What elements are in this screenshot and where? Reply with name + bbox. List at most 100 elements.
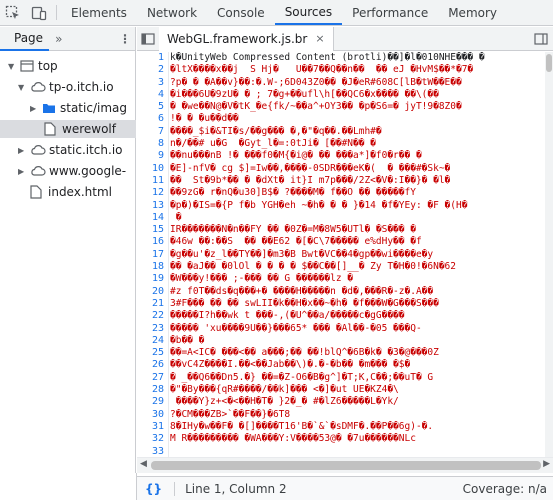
file-icon <box>44 122 56 136</box>
tab-console[interactable]: Console <box>207 0 275 25</box>
code-line: ?�CM���ZB>`��F��}�6T8 <box>170 408 291 420</box>
line-number[interactable]: 28 <box>137 384 168 396</box>
device-toolbar-icon[interactable] <box>26 0 52 26</box>
line-number[interactable]: 19 <box>137 273 168 285</box>
line-number[interactable]: 2 <box>137 64 168 76</box>
line-number[interactable]: 7 <box>137 126 168 138</box>
collapse-arrow-icon: ▶ <box>18 166 25 176</box>
horizontal-scrollbar[interactable]: ◀ ▶ <box>137 457 553 473</box>
scroll-right-arrow-icon[interactable]: ▶ <box>543 459 550 469</box>
tree-item-label: static/imag <box>60 101 127 115</box>
tree-item-www-google[interactable]: ▶ www.google- <box>18 162 126 180</box>
editor-file-tab[interactable]: WebGL.framework.js.br × <box>159 26 334 51</box>
line-number[interactable]: 23 <box>137 323 168 335</box>
cloud-icon <box>31 145 46 155</box>
line-number[interactable]: 13 <box>137 200 168 212</box>
tree-item-static-itch-io[interactable]: ▶ static.itch.io <box>18 141 123 159</box>
navigator-tab-page[interactable]: Page <box>0 27 50 51</box>
toggle-navigator-icon[interactable] <box>137 27 159 51</box>
navigator-footer <box>0 473 137 500</box>
expand-arrow-icon: ▼ <box>18 82 25 92</box>
tab-elements[interactable]: Elements <box>61 0 137 25</box>
line-number[interactable]: 17 <box>137 249 168 261</box>
line-number[interactable]: 12 <box>137 187 168 199</box>
line-number[interactable]: 8 <box>137 138 168 150</box>
cursor-position: Line 1, Column 2 <box>185 481 287 496</box>
vertical-scroll-thumb[interactable] <box>546 54 552 72</box>
code-line: n�/��# u�G �Gyt_l�=:0tJi� [��#N�� � <box>170 138 376 150</box>
scroll-left-arrow-icon[interactable]: ◀ <box>140 459 147 469</box>
tree-item-static-imag[interactable]: ▶ static/imag <box>30 99 127 117</box>
code-line: �i���6U�9zU� � ; 7�g+��ufl\h[��QC6�x����… <box>170 88 439 100</box>
line-number[interactable]: 27 <box>137 372 168 384</box>
tree-item-label: www.google- <box>49 164 127 178</box>
tab-sources[interactable]: Sources <box>274 0 343 25</box>
inspect-element-icon[interactable] <box>0 0 26 26</box>
toolbar-divider <box>56 5 57 20</box>
vertical-scrollbar[interactable] <box>545 52 553 457</box>
line-number[interactable]: 4 <box>137 89 168 101</box>
close-icon[interactable]: × <box>315 32 324 45</box>
code-line: � <box>170 211 182 223</box>
line-number[interactable]: 25 <box>137 347 168 359</box>
horizontal-scroll-thumb[interactable] <box>151 461 541 470</box>
line-number[interactable]: 21 <box>137 298 168 310</box>
line-number[interactable]: 11 <box>137 175 168 187</box>
tree-item-label: werewolf <box>62 122 116 136</box>
line-number-gutter[interactable]: 1 2 3 4 5 6 7 8 9 10 11 12 13 14 15 16 17 18 19 20 21 22 23 24 2… <box>137 52 169 457</box>
tab-network[interactable]: Network <box>137 0 207 25</box>
code-line: �"�By���{qR#����/��k]��� <�]�ut UE�KZ4�\ <box>170 384 399 396</box>
navigator-more-tabs-button[interactable]: » <box>49 32 68 46</box>
line-number[interactable]: 32 <box>137 433 168 445</box>
line-number[interactable]: 30 <box>137 409 168 421</box>
code-line: �p�)�IS=�{P f�b YGH�eh ~�h� � � }�14 �f�… <box>170 199 468 211</box>
line-number[interactable]: 18 <box>137 261 168 273</box>
tree-item-werewolf[interactable]: werewolf <box>0 120 136 138</box>
line-number[interactable]: 5 <box>137 101 168 113</box>
tree-item-top[interactable]: ▼ top <box>8 57 58 75</box>
line-number[interactable]: 33 <box>137 446 168 458</box>
line-number[interactable]: 10 <box>137 163 168 175</box>
file-icon <box>30 185 42 199</box>
code-line: � �we��N@�V�tK_�e{fk/~��a^+OY3�� �p�S6=�… <box>170 101 462 113</box>
cloud-icon <box>31 82 46 92</box>
line-number[interactable]: 29 <box>137 396 168 408</box>
pretty-print-button[interactable]: {} <box>137 481 176 496</box>
code-line: � _��Q6��Dn5.�} ��=�Z-O6�B�g^]�T;K,C��;�… <box>170 371 434 383</box>
line-number[interactable]: 3 <box>137 77 168 89</box>
line-number[interactable]: 31 <box>137 421 168 433</box>
line-number[interactable]: 24 <box>137 335 168 347</box>
collapse-arrow-icon: ▶ <box>18 145 25 155</box>
line-number[interactable]: 22 <box>137 310 168 322</box>
navigator-menu-icon[interactable]: ⋮ <box>119 32 135 46</box>
code-line: �� St�9b*�� � �dXt� it}I m7p���/2Z<�V�:I… <box>170 174 451 186</box>
editor-tab-strip: WebGL.framework.js.br × <box>137 26 553 51</box>
line-number[interactable]: 6 <box>137 113 168 125</box>
code-line: ����� 'xu����9U��}���65* ��� �Al��-�05 �… <box>170 322 422 334</box>
line-number[interactable]: 15 <box>137 224 168 236</box>
code-line: �g��u'�z_l��TY��]�m3�B Bwt�VC��4�gp��wi�… <box>170 248 434 260</box>
navigator-header: Page » ⋮ <box>0 27 135 51</box>
tab-memory[interactable]: Memory <box>438 0 507 25</box>
line-number[interactable]: 14 <box>137 212 168 224</box>
tree-item-label: static.itch.io <box>49 143 123 157</box>
tab-performance[interactable]: Performance <box>342 0 438 25</box>
code-line: ��=A<IC� ���<�� a���;�� ��!blQ^�6B�k� �3… <box>170 347 439 359</box>
line-number[interactable]: 20 <box>137 286 168 298</box>
toggle-debugger-icon[interactable] <box>529 32 553 45</box>
expand-arrow-icon: ▼ <box>8 61 15 71</box>
line-number[interactable]: 9 <box>137 150 168 162</box>
line-number[interactable]: 26 <box>137 359 168 371</box>
tree-item-index-html[interactable]: index.html <box>30 183 112 201</box>
tree-item-label: top <box>38 59 58 73</box>
code-line: 8�IHy�w��F� �[]����T16'B�`&`�sDMF�.��P��… <box>170 420 434 432</box>
line-number[interactable]: 16 <box>137 236 168 248</box>
tree-item-tp-o-itch-io[interactable]: ▼ tp-o.itch.io <box>18 78 114 96</box>
collapse-arrow-icon: ▶ <box>30 103 37 113</box>
coverage-status[interactable]: Coverage: n/a <box>463 482 553 496</box>
devtools-toolbar: Elements Network Console Sources Perform… <box>0 0 553 26</box>
code-editor[interactable]: k̊�UnityWeb Compressed Content (brotli)�… <box>170 52 546 457</box>
code-line: IR�������N�n��FY �� �0Z�=M�8W5�UTl� �S��… <box>170 224 416 236</box>
line-number[interactable]: 1 <box>137 52 168 64</box>
code-line: k̊�UnityWeb Compressed Content (brotli)�… <box>170 52 485 63</box>
